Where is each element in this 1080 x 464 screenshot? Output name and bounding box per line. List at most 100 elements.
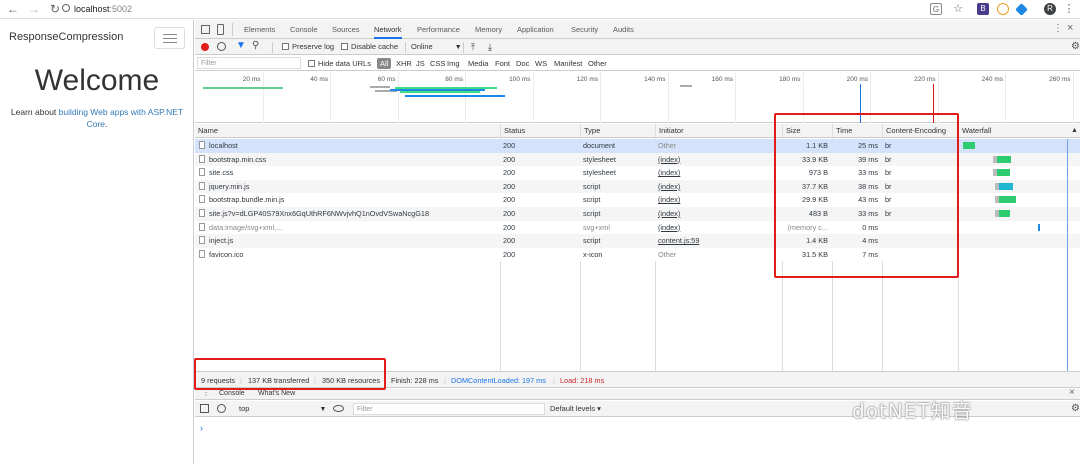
- column-header-waterfall[interactable]: Waterfall: [958, 124, 1080, 138]
- inspect-icon[interactable]: [201, 25, 210, 34]
- devtools-menu-icon[interactable]: ⋮: [1053, 23, 1063, 34]
- cell-initiator[interactable]: (index): [655, 153, 782, 167]
- tab-network[interactable]: Network: [374, 20, 402, 39]
- tab-memory[interactable]: Memory: [475, 20, 502, 39]
- tab-application[interactable]: Application: [517, 20, 554, 39]
- console-prompt[interactable]: ›: [200, 423, 203, 433]
- checkbox-icon: [341, 43, 348, 50]
- file-icon: [199, 195, 205, 204]
- navbar-brand[interactable]: ResponseCompression: [9, 31, 123, 43]
- waterfall-marker: [1067, 139, 1068, 371]
- menu-dots-icon[interactable]: ⋮: [1062, 2, 1076, 16]
- tab-elements[interactable]: Elements: [244, 20, 275, 39]
- tab-audits[interactable]: Audits: [613, 20, 634, 39]
- search-icon[interactable]: ⚲: [252, 40, 259, 51]
- request-name[interactable]: data:image/svg+xml,...: [209, 223, 282, 232]
- avatar[interactable]: R: [1044, 3, 1056, 15]
- cell-status: 200: [503, 249, 516, 259]
- tab-security[interactable]: Security: [571, 20, 598, 39]
- ruler-tick-label: 40 ms: [310, 76, 328, 83]
- info-icon[interactable]: [62, 4, 70, 12]
- extension-b-icon[interactable]: B: [977, 3, 989, 15]
- preserve-log-checkbox[interactable]: Preserve log: [282, 39, 334, 55]
- request-name[interactable]: inject.js: [209, 236, 233, 245]
- filter-type-media[interactable]: Media: [468, 56, 488, 71]
- overview-bar: [370, 86, 390, 88]
- tab-sources[interactable]: Sources: [332, 20, 360, 39]
- highlight-box-columns: [774, 113, 959, 278]
- back-icon[interactable]: ←: [6, 2, 20, 16]
- sort-asc-icon[interactable]: ▲: [1071, 127, 1078, 134]
- divider: [405, 42, 406, 53]
- tab-performance[interactable]: Performance: [417, 20, 460, 39]
- tab-console[interactable]: Console: [219, 389, 245, 398]
- console-filter-input[interactable]: Filter: [353, 403, 545, 415]
- checkbox-icon: [282, 43, 289, 50]
- request-name[interactable]: jquery.min.js: [209, 182, 249, 191]
- column-header-type[interactable]: Type: [580, 124, 655, 138]
- docs-link[interactable]: building Web apps with ASP.NET Core: [59, 107, 183, 129]
- import-har-icon[interactable]: ⤒: [471, 39, 475, 55]
- overview-bar: [400, 91, 480, 93]
- drawer-close-icon[interactable]: ×: [1069, 387, 1075, 398]
- filter-type-manifest[interactable]: Manifest: [554, 56, 582, 71]
- log-levels-select[interactable]: Default levels ▾: [550, 401, 601, 417]
- column-header-status[interactable]: Status: [500, 124, 580, 138]
- cell-name: site.css: [195, 166, 500, 180]
- reload-icon[interactable]: ↻: [48, 2, 62, 16]
- tab-console[interactable]: Console: [290, 20, 318, 39]
- column-header-name[interactable]: Name: [195, 124, 500, 138]
- sidebar-toggle-icon[interactable]: [200, 404, 209, 413]
- browser-toolbar: ← → ↻ localhost:5002 G ☆ B R ⋮: [0, 0, 1080, 19]
- record-icon[interactable]: [201, 43, 209, 51]
- request-name[interactable]: site.js?v=dLGP40S79Xnx6GqUthRF6NWvjvhQ1n…: [209, 209, 429, 218]
- ruler-gridline: [667, 72, 669, 123]
- filter-input[interactable]: Filter: [197, 57, 301, 69]
- cell-initiator[interactable]: (index): [655, 221, 782, 235]
- filter-icon[interactable]: ▼: [236, 40, 246, 51]
- filter-type-css[interactable]: CSS: [430, 56, 445, 71]
- hide-data-urls-checkbox[interactable]: Hide data URLs: [308, 56, 371, 71]
- ruler-tick-label: 140 ms: [644, 76, 666, 83]
- cell-initiator[interactable]: (index): [655, 180, 782, 194]
- request-name[interactable]: bootstrap.bundle.min.js: [209, 195, 284, 204]
- settings-gear-icon[interactable]: ⚙: [1071, 41, 1080, 52]
- filter-type-doc[interactable]: Doc: [516, 56, 529, 71]
- tab-whats-new[interactable]: What's New: [258, 389, 295, 398]
- request-name[interactable]: site.css: [209, 168, 233, 177]
- forward-icon[interactable]: →: [27, 2, 41, 16]
- navbar-toggle-button[interactable]: [154, 27, 185, 49]
- filter-type-other[interactable]: Other: [588, 56, 607, 71]
- cell-initiator[interactable]: (index): [655, 193, 782, 207]
- device-toolbar-icon[interactable]: [217, 24, 224, 35]
- export-har-icon[interactable]: ⤓: [488, 39, 492, 55]
- cell-initiator[interactable]: content.js:59: [655, 234, 782, 248]
- cell-initiator[interactable]: (index): [655, 207, 782, 221]
- filter-type-js[interactable]: JS: [416, 56, 425, 71]
- clear-icon[interactable]: [217, 42, 226, 51]
- context-select[interactable]: top ▼: [239, 401, 326, 417]
- disable-cache-checkbox[interactable]: Disable cache: [341, 39, 398, 55]
- star-icon[interactable]: ☆: [952, 3, 964, 15]
- throttling-select[interactable]: Online ▼: [411, 39, 462, 55]
- extension-circle-icon[interactable]: [997, 3, 1009, 15]
- filter-type-all[interactable]: All: [377, 58, 392, 69]
- request-name[interactable]: favicon.ico: [209, 250, 243, 259]
- clear-console-icon[interactable]: [217, 404, 226, 413]
- translate-icon[interactable]: G: [930, 3, 942, 15]
- filter-type-ws[interactable]: WS: [535, 56, 547, 71]
- console-settings-icon[interactable]: ⚙: [1071, 403, 1080, 414]
- close-icon[interactable]: ×: [1067, 22, 1073, 34]
- eye-icon[interactable]: [333, 405, 344, 412]
- tag-icon[interactable]: [1015, 3, 1028, 16]
- ruler-gridline: [600, 72, 601, 123]
- cell-initiator[interactable]: (index): [655, 166, 782, 180]
- request-name[interactable]: bootstrap.min.css: [209, 155, 266, 164]
- column-header-initiator[interactable]: Initiator: [655, 124, 782, 138]
- hamburger-line: [163, 42, 177, 43]
- request-name[interactable]: localhost: [209, 141, 238, 150]
- filter-type-xhr[interactable]: XHR: [396, 56, 412, 71]
- address-bar[interactable]: localhost:5002: [74, 3, 132, 15]
- filter-type-img[interactable]: Img: [447, 56, 460, 71]
- filter-type-font[interactable]: Font: [495, 56, 510, 71]
